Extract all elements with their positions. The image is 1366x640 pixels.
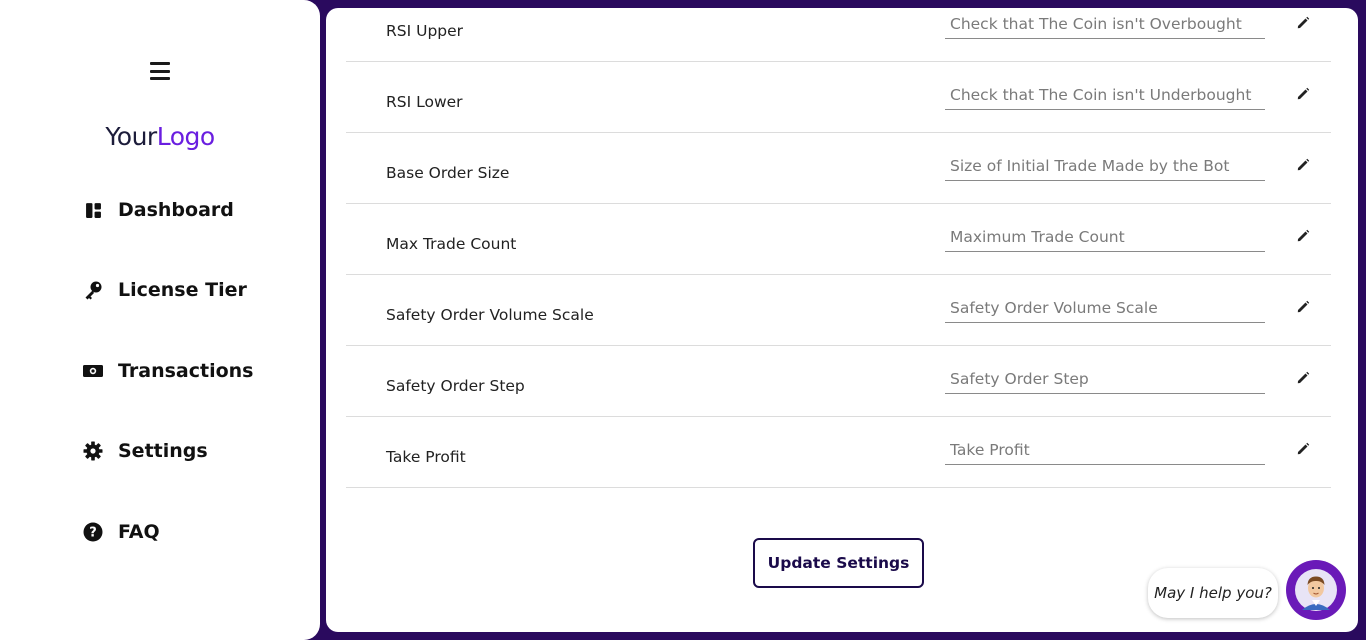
settings-row-max-trade-count: Max Trade Count	[346, 204, 1331, 275]
edit-pencil-icon[interactable]	[1296, 87, 1310, 101]
sidebar-item-label: License Tier	[118, 279, 247, 301]
key-icon	[82, 279, 104, 301]
sidebar-item-label: Settings	[118, 440, 208, 462]
chat-bubble-text: May I help you?	[1154, 584, 1272, 602]
sidebar-item-label: FAQ	[118, 521, 160, 543]
rsi-lower-input[interactable]	[945, 80, 1265, 110]
edit-pencil-icon[interactable]	[1296, 442, 1310, 456]
edit-pencil-icon[interactable]	[1296, 158, 1310, 172]
take-profit-input[interactable]	[945, 435, 1265, 465]
svg-text:?: ?	[89, 526, 97, 541]
setting-label: RSI Upper	[386, 22, 464, 40]
sidebar-item-label: Dashboard	[118, 199, 234, 221]
safety-order-volume-scale-input[interactable]	[945, 293, 1265, 323]
sidebar-item-license-tier[interactable]: License Tier	[82, 279, 247, 301]
settings-panel: RSI Upper RSI Lower Base Order Size Max …	[326, 8, 1358, 632]
chat-bubble[interactable]: May I help you?	[1148, 568, 1278, 618]
logo: YourLogo	[105, 122, 215, 151]
money-icon	[82, 360, 104, 382]
settings-row-safety-order-volume-scale: Safety Order Volume Scale	[346, 275, 1331, 346]
sidebar-item-faq[interactable]: ? FAQ	[82, 521, 160, 543]
settings-row-take-profit: Take Profit	[346, 417, 1331, 488]
sidebar: YourLogo Dashboard License Tier Transact…	[0, 0, 320, 640]
sidebar-item-settings[interactable]: Settings	[82, 440, 208, 462]
sidebar-item-dashboard[interactable]: Dashboard	[82, 199, 234, 221]
setting-label: Max Trade Count	[386, 235, 517, 253]
gear-icon	[82, 440, 104, 462]
settings-row-rsi-lower: RSI Lower	[346, 62, 1331, 133]
edit-pencil-icon[interactable]	[1296, 229, 1310, 243]
setting-label: Take Profit	[386, 448, 466, 466]
update-settings-button[interactable]: Update Settings	[753, 538, 924, 588]
settings-row-rsi-upper: RSI Upper	[346, 8, 1331, 62]
base-order-size-input[interactable]	[945, 151, 1265, 181]
question-circle-icon: ?	[82, 521, 104, 543]
setting-label: Safety Order Step	[386, 377, 525, 395]
max-trade-count-input[interactable]	[945, 222, 1265, 252]
safety-order-step-input[interactable]	[945, 364, 1265, 394]
menu-icon[interactable]	[150, 62, 170, 80]
dashboard-icon	[82, 199, 104, 221]
settings-row-safety-order-step: Safety Order Step	[346, 346, 1331, 417]
rsi-upper-input[interactable]	[945, 9, 1265, 39]
setting-label: Safety Order Volume Scale	[386, 306, 594, 324]
sidebar-item-label: Transactions	[118, 360, 254, 382]
settings-row-base-order-size: Base Order Size	[346, 133, 1331, 204]
chat-avatar-icon[interactable]	[1286, 560, 1346, 620]
edit-pencil-icon[interactable]	[1296, 371, 1310, 385]
edit-pencil-icon[interactable]	[1296, 300, 1310, 314]
edit-pencil-icon[interactable]	[1296, 16, 1310, 30]
setting-label: RSI Lower	[386, 93, 463, 111]
setting-label: Base Order Size	[386, 164, 510, 182]
sidebar-item-transactions[interactable]: Transactions	[82, 360, 253, 382]
